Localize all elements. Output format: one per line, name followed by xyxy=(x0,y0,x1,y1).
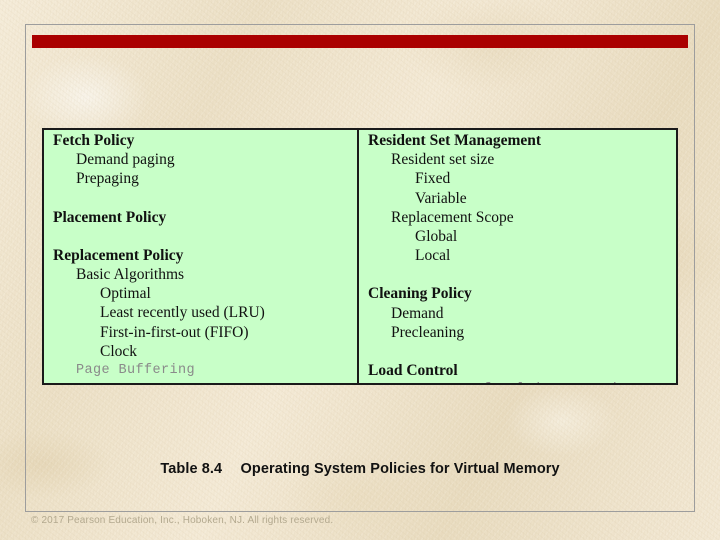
table-left-column: Fetch Policy Demand paging Prepaging Placem… xyxy=(44,130,359,383)
table-group-spacer xyxy=(359,342,676,361)
policy-item: Local xyxy=(415,247,451,265)
policy-heading: Cleaning Policy xyxy=(368,285,472,303)
policy-item: Fixed xyxy=(415,170,451,188)
policy-item: Least recently used (LRU) xyxy=(100,304,265,322)
policy-heading: Replacement Policy xyxy=(53,246,184,264)
slide-background: Fetch Policy Demand paging Prepaging Placem… xyxy=(0,0,720,540)
policy-item: Prepaging xyxy=(76,170,139,188)
policy-item: Demand paging xyxy=(76,151,175,169)
policy-heading: Fetch Policy xyxy=(53,132,135,149)
policy-item: Global xyxy=(415,228,458,246)
policy-item: Replacement Scope xyxy=(391,208,514,226)
caption-label: Table 8.4 xyxy=(160,461,223,477)
policy-item: Variable xyxy=(415,189,467,207)
policy-item: Precleaning xyxy=(391,323,465,341)
accent-bar xyxy=(32,35,688,48)
policy-item: Basic Algorithms xyxy=(76,266,185,284)
table-group-spacer xyxy=(359,265,676,284)
policy-item: Degree of multiprogramming xyxy=(359,380,676,383)
policy-item: Resident set size xyxy=(391,151,495,169)
policy-heading: Load Control xyxy=(368,362,458,380)
policy-item: Demand xyxy=(391,304,444,322)
policy-item: Clock xyxy=(100,342,138,360)
policy-item: Page Buffering xyxy=(76,363,196,379)
caption-title: Operating System Policies for Virtual Me… xyxy=(240,461,560,477)
policy-table: Fetch Policy Demand paging Prepaging Placem… xyxy=(42,128,678,385)
table-right-column: Resident Set Management Resident set size… xyxy=(359,130,676,383)
table-group-spacer xyxy=(44,227,357,246)
copyright-notice: © 2017 Pearson Education, Inc., Hoboken,… xyxy=(31,515,334,526)
table-caption: Table 8.4 Operating System Policies for … xyxy=(0,461,720,477)
policy-item: First-in-first-out (FIFO) xyxy=(100,323,249,341)
table-group-spacer xyxy=(44,189,357,208)
policy-heading: Resident Set Management xyxy=(368,132,542,149)
policy-item: Optimal xyxy=(100,285,151,303)
policy-heading: Placement Policy xyxy=(53,208,167,226)
